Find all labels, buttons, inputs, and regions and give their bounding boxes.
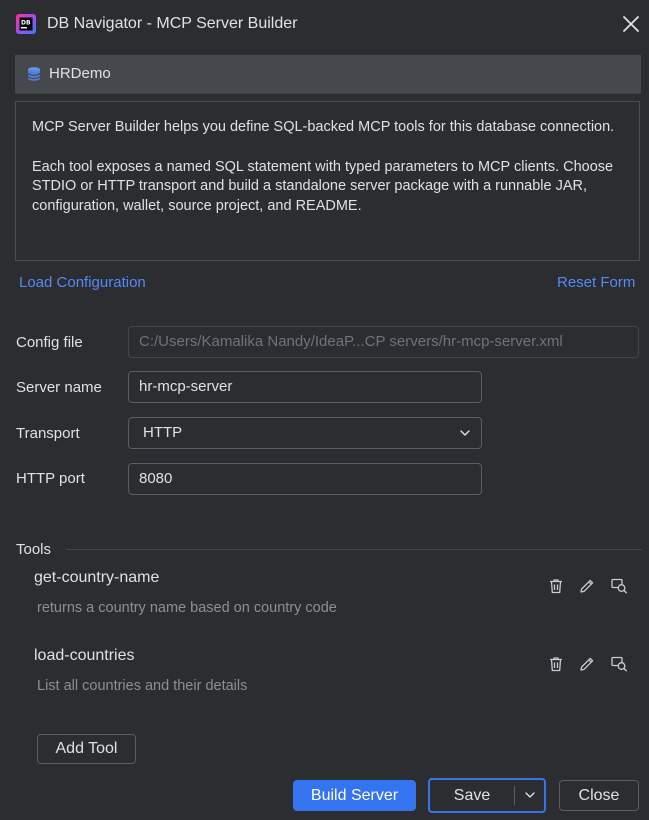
inspect-icon[interactable] — [610, 655, 628, 673]
transport-select[interactable]: HTTP — [128, 417, 482, 449]
tool-name: get-country-name — [34, 569, 160, 586]
pencil-icon[interactable] — [578, 577, 596, 595]
reset-form-link[interactable]: Reset Form — [557, 273, 635, 293]
server-name-label: Server name — [16, 379, 102, 396]
app-logo-icon: DB — [16, 14, 36, 34]
info-panel: MCP Server Builder helps you define SQL-… — [15, 101, 640, 261]
trash-icon[interactable] — [547, 655, 565, 673]
title-bar: DB DB Navigator - MCP Server Builder — [0, 0, 649, 48]
connection-name: HRDemo — [49, 65, 111, 82]
info-paragraph-intro: MCP Server Builder helps you define SQL-… — [32, 119, 615, 135]
tool-name: load-countries — [34, 647, 135, 664]
tools-section-label: Tools — [16, 541, 52, 558]
add-tool-button[interactable]: Add Tool — [37, 734, 136, 764]
database-icon — [27, 67, 41, 81]
chevron-down-icon — [460, 430, 470, 436]
trash-icon[interactable] — [547, 577, 565, 595]
transport-selected-value: HTTP — [143, 424, 183, 441]
close-button[interactable]: Close — [559, 780, 639, 811]
save-split-button[interactable]: Save — [428, 778, 546, 813]
chevron-down-icon[interactable] — [524, 791, 536, 799]
window-title: DB Navigator - MCP Server Builder — [47, 15, 298, 32]
pencil-icon[interactable] — [578, 655, 596, 673]
http-port-label: HTTP port — [16, 470, 85, 487]
build-server-button[interactable]: Build Server — [293, 780, 416, 811]
split-divider — [514, 786, 515, 805]
inspect-icon[interactable] — [610, 577, 628, 595]
transport-label: Transport — [16, 425, 80, 442]
load-configuration-link[interactable]: Load Configuration — [19, 273, 146, 293]
tools-section-divider — [66, 549, 642, 550]
http-port-input[interactable]: 8080 — [128, 463, 482, 495]
svg-text:DB: DB — [21, 20, 31, 27]
tool-description: List all countries and their details — [37, 678, 248, 694]
config-file-field: C:/Users/Kamalika Nandy/IdeaP...CP serve… — [128, 326, 639, 358]
connection-bar: HRDemo — [15, 55, 641, 94]
close-icon[interactable] — [620, 13, 642, 35]
server-name-input[interactable]: hr-mcp-server — [128, 371, 482, 403]
info-paragraph-details: Each tool exposes a named SQL statement … — [32, 158, 614, 214]
save-button[interactable]: Save — [430, 780, 514, 811]
tool-description: returns a country name based on country … — [37, 600, 337, 616]
config-file-label: Config file — [16, 334, 83, 351]
